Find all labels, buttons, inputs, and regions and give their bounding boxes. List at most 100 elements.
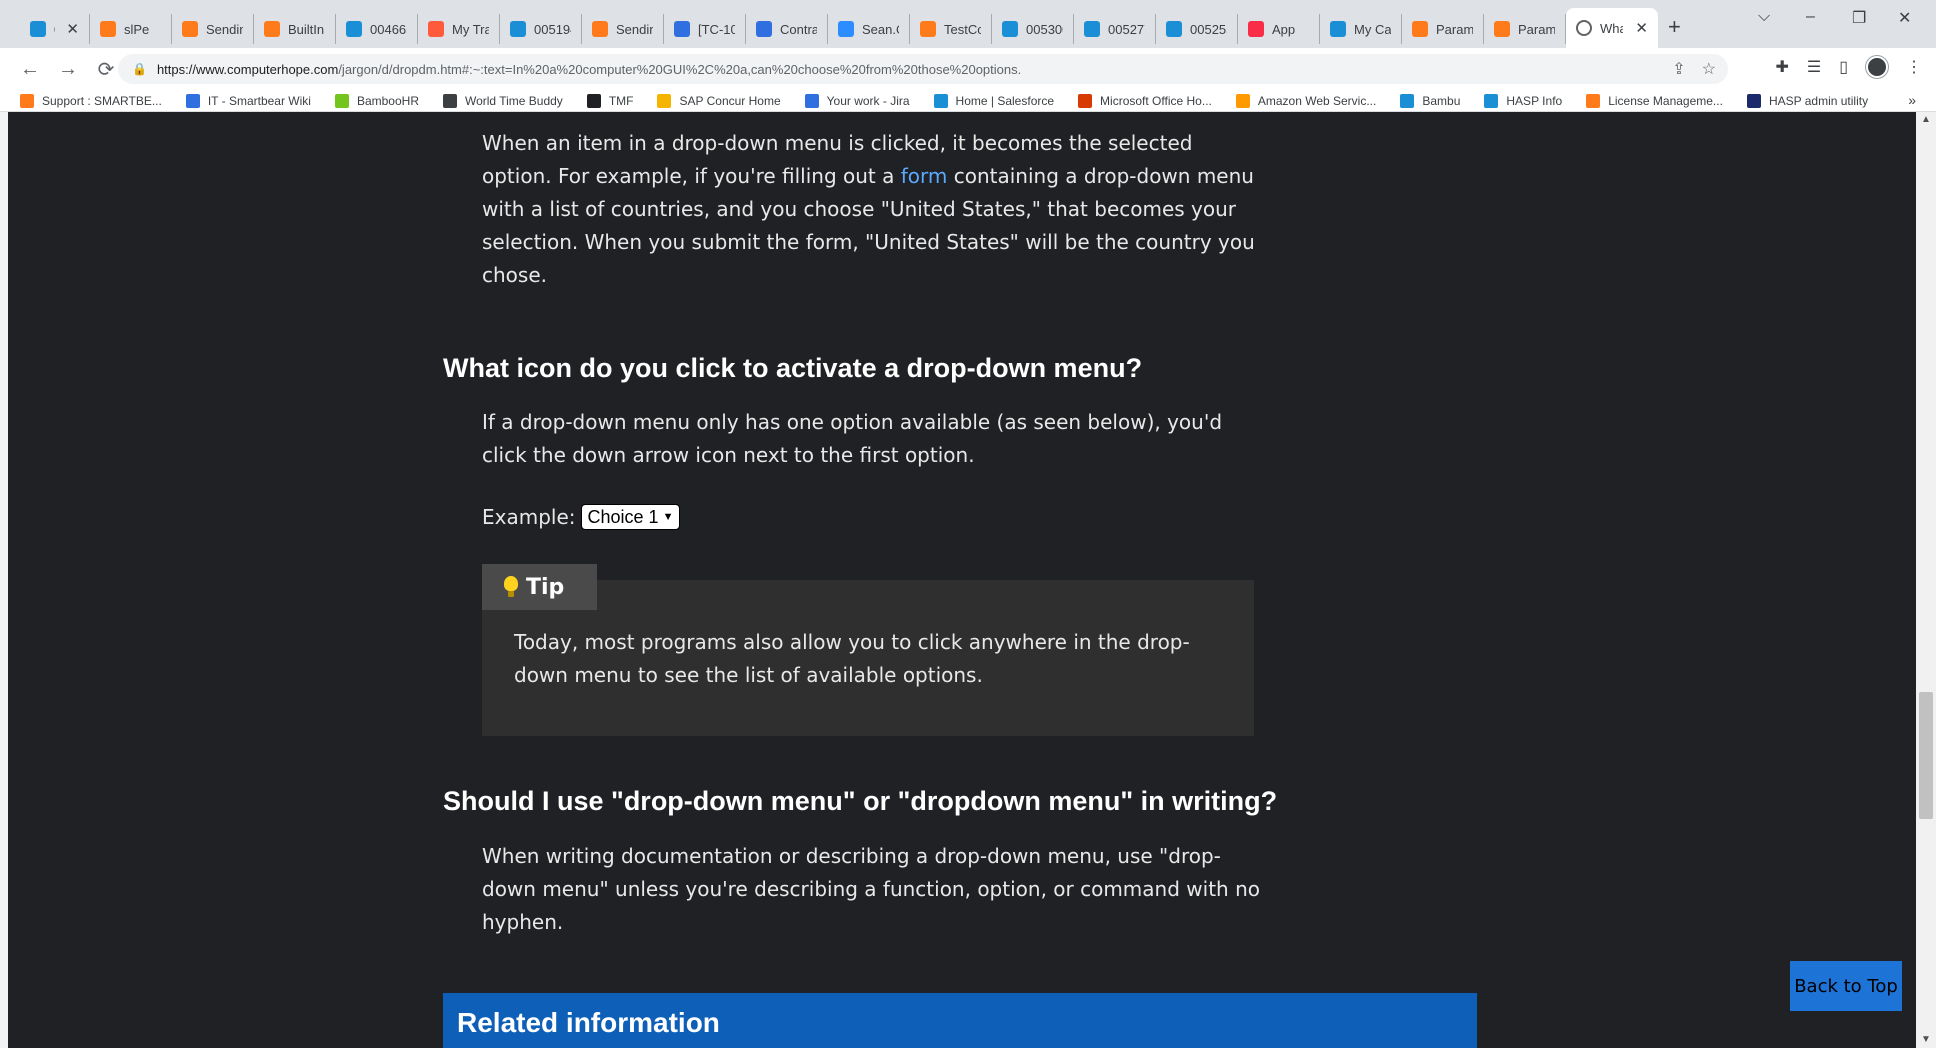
bookmark-item[interactable]: BambooHR xyxy=(334,93,419,108)
browser-tab[interactable]: 005194 xyxy=(500,14,582,44)
tab-favicon-icon xyxy=(592,21,608,37)
close-window-icon[interactable]: ✕ xyxy=(1898,8,1911,28)
browser-tab[interactable]: Contrac xyxy=(746,14,828,44)
tab-strip: 005✕ slPe Sending BuiltIn.S 004665 My Trai 005… xyxy=(0,0,1936,48)
scrollbar-track[interactable] xyxy=(1916,112,1936,1048)
tab-favicon-icon xyxy=(1166,21,1182,37)
browser-tab[interactable]: My Cas xyxy=(1320,14,1402,44)
url-host: https://www.computerhope.com xyxy=(156,61,339,77)
bookmark-item[interactable]: IT - Smartbear Wiki xyxy=(185,93,311,108)
scroll-up-icon[interactable]: ▲ xyxy=(1918,112,1934,128)
bookmark-item[interactable]: Home | Salesforce xyxy=(933,93,1054,108)
bookmark-label: License Manageme... xyxy=(1608,93,1723,108)
tab-label: BuiltIn.S xyxy=(288,21,325,37)
tab-label: 005300 xyxy=(1026,21,1063,37)
bookmark-item[interactable]: HASP Info xyxy=(1484,93,1562,108)
media-control-icon[interactable]: ☰ xyxy=(1807,57,1821,77)
browser-tab[interactable]: BuiltIn.S xyxy=(254,14,336,44)
chevron-down-icon[interactable]: ▼ xyxy=(663,511,674,523)
tab-label: My Trai xyxy=(452,21,489,37)
bookmark-item[interactable]: World Time Buddy xyxy=(442,93,563,108)
extensions-icon[interactable]: ✚ xyxy=(1775,57,1788,77)
form-link[interactable]: form xyxy=(901,164,948,188)
browser-tab[interactable]: My Trai xyxy=(418,14,500,44)
bookmark-favicon-icon xyxy=(1586,93,1601,108)
bookmark-favicon-icon xyxy=(586,93,601,108)
tab-close-icon[interactable]: ✕ xyxy=(1635,19,1648,37)
related-information-header: Related information xyxy=(443,993,1477,1048)
profile-avatar[interactable] xyxy=(1866,56,1888,78)
bookmark-item[interactable]: Microsoft Office Ho... xyxy=(1078,93,1212,108)
tab-label: slPe xyxy=(124,21,150,37)
browser-tab[interactable]: App xyxy=(1238,14,1320,44)
browser-tab[interactable]: 005277 xyxy=(1074,14,1156,44)
browser-tab[interactable]: Sean.O' xyxy=(828,14,910,44)
bookmark-item[interactable]: Your work - Jira xyxy=(804,93,910,108)
back-icon[interactable]: ← xyxy=(14,53,46,85)
share-icon[interactable]: ⇪ xyxy=(1672,59,1685,79)
bookmark-star-icon[interactable]: ☆ xyxy=(1702,59,1716,79)
tab-search-icon[interactable]: ⌵ xyxy=(1758,8,1770,26)
bookmark-label: World Time Buddy xyxy=(464,93,563,108)
bookmark-favicon-icon xyxy=(1746,93,1761,108)
browser-tab[interactable]: Parame xyxy=(1402,14,1484,44)
bookmark-favicon-icon xyxy=(20,93,34,108)
example-dropdown[interactable]: Choice 1 ▼ xyxy=(580,504,681,530)
minimize-icon[interactable]: – xyxy=(1806,8,1815,26)
browser-menu-icon[interactable]: ⋮ xyxy=(1906,57,1922,77)
bookmark-label: BambooHR xyxy=(356,93,419,108)
bookmark-item[interactable]: Bambu xyxy=(1400,93,1460,108)
browser-tab[interactable]: 005300 xyxy=(992,14,1074,44)
tab-label: TestCor xyxy=(944,21,981,37)
bookmark-favicon-icon xyxy=(657,93,672,108)
bookmark-label: TMF xyxy=(608,93,634,108)
bookmark-label: Support : SMARTBE... xyxy=(42,93,162,108)
scrollbar-thumb[interactable] xyxy=(1919,692,1933,819)
heading-writing-style: Should I use "drop-down menu" or "dropdo… xyxy=(443,786,1278,816)
tab-favicon-icon xyxy=(100,21,116,37)
browser-tab[interactable]: 004665 xyxy=(336,14,418,44)
browser-toolbar: ← → ⟳ 🔒 https://www.computerhope.com/jar… xyxy=(0,48,1936,90)
bookmark-item[interactable]: Support : SMARTBE... xyxy=(20,93,162,108)
lock-icon[interactable]: 🔒 xyxy=(132,62,147,76)
tab-label: Sean.O' xyxy=(862,21,899,37)
browser-tab[interactable]: [TC-104 xyxy=(664,14,746,44)
address-bar[interactable]: 🔒 https://www.computerhope.com/jargon/d/… xyxy=(118,54,1728,84)
bookmark-item[interactable]: Amazon Web Servic... xyxy=(1235,93,1376,108)
browser-tab[interactable]: slPe xyxy=(90,14,172,44)
bookmark-favicon-icon xyxy=(1400,93,1415,108)
tab-favicon-icon xyxy=(30,21,46,37)
bookmark-favicon-icon xyxy=(185,93,200,108)
browser-tab[interactable]: 005✕ xyxy=(20,14,90,44)
side-panel-icon[interactable]: ▯ xyxy=(1839,57,1848,77)
tab-favicon-icon xyxy=(1248,21,1264,37)
bookmark-favicon-icon xyxy=(442,93,457,108)
active-browser-tab[interactable]: Wha ✕ xyxy=(1566,8,1658,48)
bookmark-favicon-icon xyxy=(1484,93,1499,108)
tab-favicon-icon xyxy=(346,21,362,37)
tab-label: Parame xyxy=(1436,21,1473,37)
bookmark-item[interactable]: License Manageme... xyxy=(1586,93,1723,108)
tab-favicon-icon xyxy=(1002,21,1018,37)
bookmarks-overflow-icon[interactable]: » xyxy=(1908,92,1916,108)
tab-label: Sending xyxy=(206,21,243,37)
bookmark-item[interactable]: HASP admin utility xyxy=(1746,93,1868,108)
tab-label: Sending xyxy=(616,21,653,37)
bookmark-item[interactable]: SAP Concur Home xyxy=(657,93,781,108)
tab-favicon-icon xyxy=(428,21,444,37)
browser-tab[interactable]: 005255 xyxy=(1156,14,1238,44)
new-tab-icon[interactable]: + xyxy=(1668,14,1681,40)
browser-tab[interactable]: TestCor xyxy=(910,14,992,44)
maximize-icon[interactable]: ❐ xyxy=(1852,8,1866,28)
back-to-top-button[interactable]: Back to Top xyxy=(1790,961,1902,1011)
browser-tab[interactable]: Sending xyxy=(172,14,254,44)
example-row: Example: Choice 1 ▼ xyxy=(482,504,681,530)
browser-tab[interactable]: Parame xyxy=(1484,14,1566,44)
tab-favicon-icon xyxy=(756,21,772,37)
bookmark-item[interactable]: TMF xyxy=(586,93,634,108)
forward-icon[interactable]: → xyxy=(52,53,84,85)
tab-close-icon[interactable]: ✕ xyxy=(66,20,79,38)
browser-tab[interactable]: Sending xyxy=(582,14,664,44)
scroll-down-icon[interactable]: ▼ xyxy=(1918,1032,1934,1048)
page-viewport: When an item in a drop-down menu is clic… xyxy=(0,112,1936,1048)
